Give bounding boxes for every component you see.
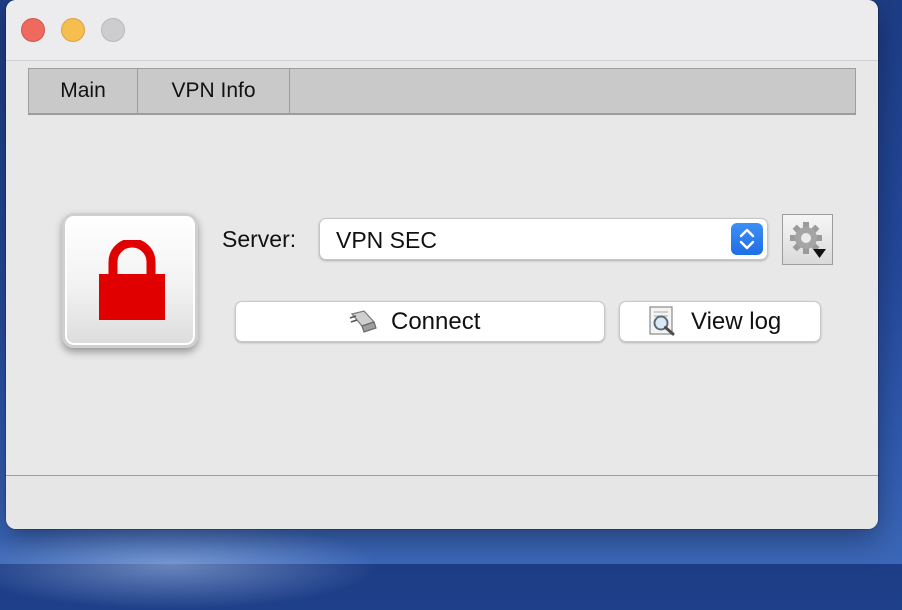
zoom-window-button[interactable] [101,18,125,42]
lock-closed-icon [99,240,165,320]
log-magnifier-icon [649,306,675,336]
minimize-window-button[interactable] [61,18,85,42]
updown-chevron-icon[interactable] [731,223,763,255]
main-panel: Main VPN Info Server: VPN SEC Connect Vi… [6,61,878,475]
view-log-button-label: View log [691,308,782,335]
connect-button[interactable]: Connect [235,301,605,342]
status-bar [6,475,878,529]
plug-icon [349,310,377,333]
tab-main[interactable]: Main [29,69,138,113]
view-log-button[interactable]: View log [619,301,821,342]
tab-vpn-info[interactable]: VPN Info [138,69,290,113]
title-bar [6,0,878,61]
server-label: Server: [222,226,297,252]
tab-divider [28,114,856,115]
gear-dropdown-icon [790,222,826,258]
connection-status-tile [62,213,198,348]
server-selected-value: VPN SEC [336,227,437,253]
connect-button-label: Connect [391,308,481,335]
desktop-background [0,520,380,610]
vpn-app-window: Main VPN Info Server: VPN SEC Connect Vi… [6,0,878,529]
tab-bar: Main VPN Info [28,68,856,114]
server-select[interactable]: VPN SEC [319,218,768,260]
settings-gear-button[interactable] [782,214,833,265]
close-window-button[interactable] [21,18,45,42]
